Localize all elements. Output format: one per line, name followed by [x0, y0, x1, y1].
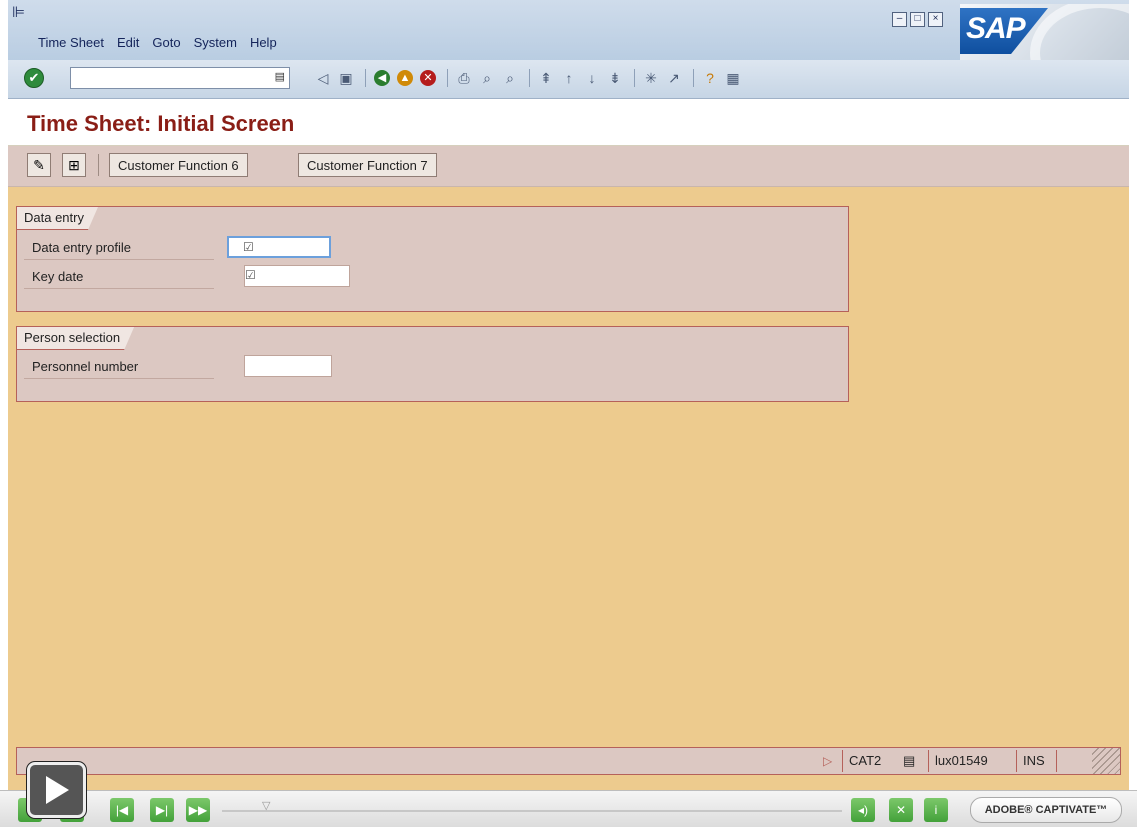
left-edge [0, 0, 8, 790]
toolbar-separator [693, 69, 694, 87]
menu-edit[interactable]: Edit [117, 35, 139, 50]
key-date-label: Key date [24, 265, 214, 289]
data-entry-profile-field[interactable]: ☑ [227, 236, 331, 258]
window-menu-icon[interactable]: ⊫ [12, 4, 26, 22]
key-date-row: Key date ☑ [24, 265, 364, 289]
menu-help[interactable]: Help [250, 35, 277, 50]
minimize-icon[interactable]: – [892, 12, 907, 27]
next-page-icon[interactable]: ↓ [582, 68, 602, 88]
logo-swirl [1030, 4, 1129, 60]
exit-player-icon[interactable]: ✕ [889, 798, 913, 822]
page-title: Time Sheet: Initial Screen [27, 111, 295, 136]
data-entry-profile-label: Data entry profile [24, 236, 214, 260]
required-checkbox-icon: ☑ [243, 240, 254, 254]
window-controls: – □ × [892, 12, 943, 27]
customer-function-6-button[interactable]: Customer Function 6 [109, 153, 248, 177]
data-entry-group-title: Data entry [17, 207, 98, 230]
collapse-arrow-icon[interactable]: ◁ [313, 68, 333, 88]
find-icon[interactable]: ⌕ [477, 68, 497, 88]
personnel-number-row: Personnel number [24, 355, 344, 379]
enter-icon[interactable]: ✔ [24, 68, 44, 88]
next-slide-icon[interactable]: ▶| [150, 798, 174, 822]
logo-text: SAP [966, 12, 1026, 45]
sap-logo: SAP [960, 4, 1129, 60]
create-session-icon[interactable]: ✳ [641, 68, 661, 88]
display-icon[interactable]: ⊞ [62, 153, 86, 177]
help-icon[interactable]: ? [700, 68, 720, 88]
progress-thumb-icon[interactable]: ▽ [262, 799, 270, 812]
command-history-icon[interactable]: ▤ [275, 70, 285, 83]
fast-forward-icon[interactable]: ▶▶ [186, 798, 210, 822]
key-date-field[interactable]: ☑ [244, 265, 350, 287]
command-input[interactable] [71, 68, 269, 86]
status-list-icon[interactable]: ▤ [897, 750, 927, 772]
info-icon[interactable]: i [924, 798, 948, 822]
data-entry-group: Data entry Data entry profile ☑ Key date… [16, 206, 849, 312]
toolbar-separator [634, 69, 635, 87]
menu-bar: ⊫ Time Sheet Edit Goto System Help – □ ×… [8, 0, 1129, 60]
title-bar: Time Sheet: Initial Screen [8, 99, 1129, 146]
app-frame: ⊫ Time Sheet Edit Goto System Help – □ ×… [0, 0, 1137, 827]
system-toolbar: ✔ ▤ ◁ ▣ ◀ ▲ ✕ ⎙ ⌕ ⌕ ⇞ ↑ ↓ ⇟ ✳ ↗ ? ▦ [8, 60, 1129, 99]
status-transaction: CAT2 [842, 750, 902, 772]
status-bar: ▷ CAT2 ▤ lux01549 INS [16, 747, 1121, 775]
cancel-icon[interactable]: ✕ [418, 68, 438, 88]
data-entry-profile-row: Data entry profile ☑ [24, 236, 354, 260]
layout-menu-icon[interactable]: ▦ [723, 68, 743, 88]
person-selection-group: Person selection Personnel number [16, 326, 849, 402]
toolbar-separator [447, 69, 448, 87]
toolbar-separator [529, 69, 530, 87]
maximize-icon[interactable]: □ [910, 12, 925, 27]
required-checkbox-icon: ☑ [245, 268, 256, 282]
progress-track[interactable] [222, 810, 842, 812]
audio-icon[interactable]: ◂) [851, 798, 875, 822]
customer-function-7-button[interactable]: Customer Function 7 [298, 153, 437, 177]
main-menu: Time Sheet Edit Goto System Help [38, 35, 290, 50]
change-pencil-icon[interactable]: ✎ [27, 153, 51, 177]
person-selection-group-title: Person selection [17, 327, 134, 350]
exit-icon[interactable]: ▲ [395, 68, 415, 88]
save-icon[interactable]: ▣ [336, 68, 356, 88]
captivate-logo: ADOBE® CAPTIVATE™ [970, 797, 1122, 823]
previous-slide-icon[interactable]: |◀ [110, 798, 134, 822]
shortcut-icon[interactable]: ↗ [664, 68, 684, 88]
personnel-number-field[interactable] [244, 355, 332, 377]
menu-time-sheet[interactable]: Time Sheet [38, 35, 104, 50]
back-icon[interactable]: ◀ [372, 68, 392, 88]
find-next-icon[interactable]: ⌕ [500, 68, 520, 88]
transaction-code: CAT2 [849, 753, 882, 768]
first-page-icon[interactable]: ⇞ [536, 68, 556, 88]
application-toolbar: ✎ ⊞ Customer Function 6 Customer Functio… [8, 146, 1129, 187]
close-icon[interactable]: × [928, 12, 943, 27]
previous-page-icon[interactable]: ↑ [559, 68, 579, 88]
last-page-icon[interactable]: ⇟ [605, 68, 625, 88]
personnel-number-label: Personnel number [24, 355, 214, 379]
toolbar-icons: ◁ ▣ ◀ ▲ ✕ ⎙ ⌕ ⌕ ⇞ ↑ ↓ ⇟ ✳ ↗ ? ▦ [313, 68, 746, 88]
print-icon[interactable]: ⎙ [454, 68, 474, 88]
command-field[interactable]: ▤ [70, 67, 290, 89]
sap-window: ⊫ Time Sheet Edit Goto System Help – □ ×… [8, 0, 1129, 790]
captivate-player-bar: ↺ ❚❚ |◀ ▶| ▶▶ ▽ ◂) ✕ i ADOBE® CAPTIVATE™ [0, 790, 1137, 827]
status-expand-icon[interactable]: ▷ [823, 754, 832, 768]
resize-grip[interactable] [1092, 748, 1120, 774]
status-server: lux01549 [928, 750, 1016, 772]
toolbar-separator [365, 69, 366, 87]
menu-system[interactable]: System [194, 35, 237, 50]
app-toolbar-separator [98, 154, 99, 176]
status-mode: INS [1016, 750, 1056, 772]
menu-goto[interactable]: Goto [152, 35, 180, 50]
play-overlay-icon[interactable] [27, 762, 86, 818]
status-empty-cell [1056, 750, 1094, 772]
